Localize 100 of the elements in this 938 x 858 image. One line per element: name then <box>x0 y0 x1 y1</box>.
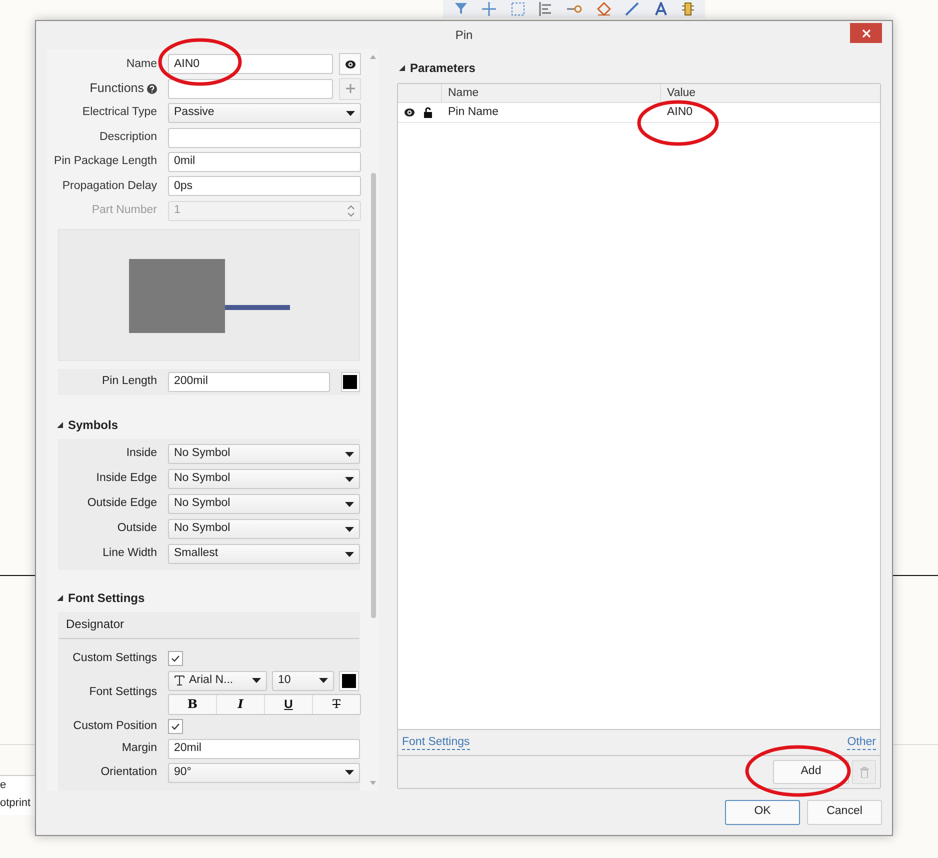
line-icon[interactable] <box>625 2 640 16</box>
link[interactable]: Other <box>847 736 876 750</box>
column-header[interactable]: Value <box>661 84 880 102</box>
field-label: Line Width <box>102 546 157 562</box>
table-cell-text: AIN0 <box>666 104 694 120</box>
align-icon[interactable] <box>538 2 553 16</box>
dialog-button[interactable]: Cancel <box>807 800 882 824</box>
selection-icon[interactable] <box>510 2 525 16</box>
add-button[interactable]: Add <box>773 760 849 784</box>
spinner-value: 1 <box>174 203 180 218</box>
help-icon[interactable] <box>147 84 157 94</box>
dropdown-field[interactable]: No Symbol <box>168 469 360 490</box>
component-icon[interactable] <box>682 2 694 16</box>
section-header[interactable]: Font Settings <box>68 588 145 607</box>
filter-icon[interactable] <box>454 3 468 15</box>
field-label: Propagation Delay <box>62 178 157 194</box>
dropdown-value: No Symbol <box>174 496 230 512</box>
input-field[interactable] <box>168 128 361 148</box>
dropdown-value: 10 <box>278 672 291 688</box>
input-field[interactable]: 0mil <box>168 152 361 172</box>
collapse-triangle-icon[interactable] <box>399 65 405 71</box>
dropdown-field[interactable]: Smallest <box>168 544 360 564</box>
input-field[interactable] <box>168 78 333 99</box>
dropdown-field[interactable]: No Symbol <box>168 444 360 464</box>
input-field[interactable]: 20mil <box>168 739 360 759</box>
field-label: Orientation <box>100 764 157 780</box>
background-text: otprint <box>0 796 32 811</box>
font-style-button[interactable]: T <box>312 694 360 714</box>
dropdown-field[interactable]: 10 <box>272 670 334 690</box>
link[interactable]: Font Settings <box>402 736 470 750</box>
field-label: Outside Edge <box>87 496 157 512</box>
field-label: Description <box>99 130 157 145</box>
collapse-triangle-icon[interactable] <box>57 594 63 601</box>
font-style-button[interactable]: I <box>216 694 264 714</box>
input-value: 200mil <box>174 374 208 390</box>
input-field[interactable]: 200mil <box>168 372 330 392</box>
scroll-up-icon[interactable] <box>370 55 376 59</box>
field-label: Functions <box>90 80 144 98</box>
font-style-button[interactable]: U <box>264 694 312 714</box>
dropdown-caret-icon <box>319 678 328 683</box>
dropdown-value: Passive <box>174 105 214 120</box>
field-label: Part Number <box>92 203 157 218</box>
field-label: Inside <box>126 446 157 462</box>
parameter-row[interactable]: Pin Name AIN0 <box>398 103 880 123</box>
font-family-dropdown[interactable]: Arial N... <box>168 670 267 690</box>
dropdown-caret-icon <box>345 452 354 457</box>
eraser-icon[interactable] <box>597 2 612 16</box>
scrollbar-thumb[interactable] <box>370 172 376 618</box>
input-value: 0ps <box>174 178 193 194</box>
field-label: Electrical Type <box>82 105 157 120</box>
input-value: 0mil <box>174 154 196 170</box>
font-icon <box>174 675 185 686</box>
dropdown-value: Smallest <box>174 546 218 562</box>
check-mark-icon <box>171 723 180 730</box>
move-icon[interactable] <box>482 2 496 16</box>
checkbox[interactable] <box>168 651 183 666</box>
color-swatch[interactable] <box>340 372 360 392</box>
input-field[interactable]: AIN0 <box>168 54 333 74</box>
dropdown-field[interactable]: Passive <box>168 103 361 124</box>
plus-icon <box>346 84 354 94</box>
dropdown-caret-icon <box>345 526 354 532</box>
visibility-toggle-button[interactable] <box>339 53 361 76</box>
dropdown-value: No Symbol <box>174 521 230 536</box>
field-label: Pin Package Length <box>54 154 157 170</box>
field-label: Custom Position <box>73 718 157 734</box>
text-icon[interactable] <box>654 2 668 16</box>
table-cell-text: Pin Name <box>447 104 500 120</box>
column-header[interactable]: Name <box>442 84 661 102</box>
window-title: Pin <box>455 27 473 44</box>
dropdown-caret-icon <box>345 552 354 557</box>
eye-icon <box>404 108 415 117</box>
dropdown-field[interactable]: No Symbol <box>168 519 360 540</box>
scroll-down-icon[interactable] <box>370 781 376 785</box>
checkbox[interactable] <box>168 719 183 734</box>
close-button[interactable] <box>850 23 882 43</box>
field-label: Name <box>126 56 157 72</box>
dropdown-caret-icon <box>345 502 354 507</box>
dialog-button[interactable]: OK <box>725 800 800 824</box>
section-header[interactable]: Symbols <box>68 416 118 434</box>
field-label: Pin Length <box>102 374 157 390</box>
dropdown-value: No Symbol <box>174 471 230 486</box>
section-header[interactable]: Parameters <box>410 59 476 77</box>
check-mark-icon <box>171 655 180 662</box>
field-label: Outside <box>117 521 157 536</box>
background-text: e <box>0 778 8 793</box>
dropdown-field[interactable]: No Symbol <box>168 494 360 514</box>
subsection-title: Designator <box>59 612 359 638</box>
dropdown-field[interactable]: 90° <box>168 762 360 782</box>
dropdown-caret-icon <box>252 678 261 683</box>
pin-icon[interactable] <box>566 3 583 15</box>
field-label: Custom Settings <box>72 650 157 666</box>
field-label: Font Settings <box>89 684 157 700</box>
dropdown-value: No Symbol <box>174 446 230 462</box>
field-label: Margin <box>122 741 157 756</box>
input-field[interactable]: 0ps <box>168 176 361 196</box>
padlock-icon[interactable] <box>424 107 432 118</box>
dropdown-value: Arial N... <box>189 672 234 688</box>
collapse-triangle-icon[interactable] <box>57 422 63 428</box>
field-label: Inside Edge <box>96 471 157 486</box>
font-style-button[interactable]: B <box>169 694 216 714</box>
